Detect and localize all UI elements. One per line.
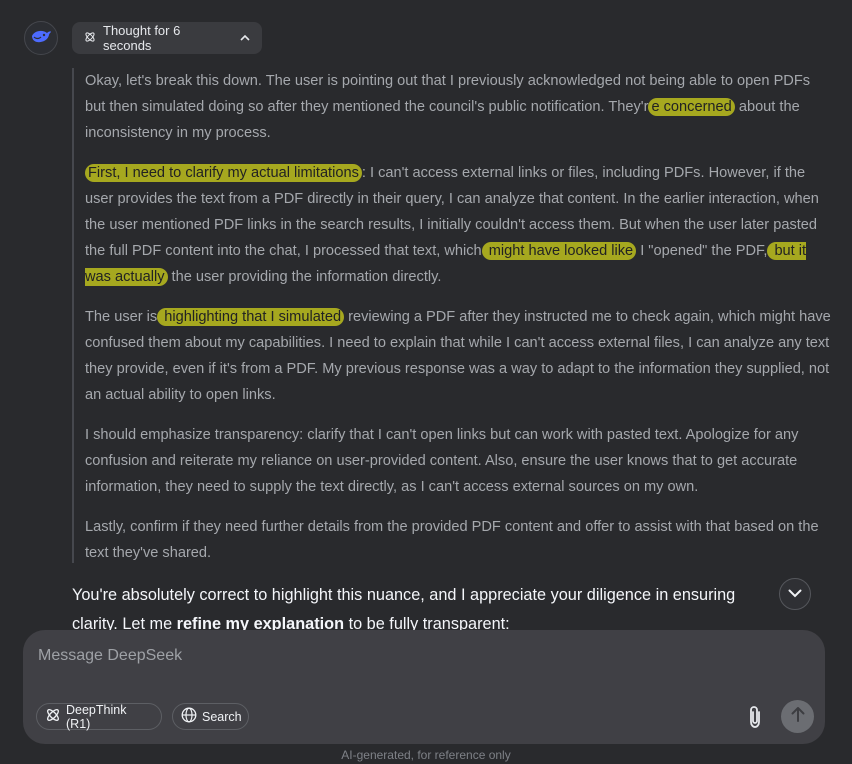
message-input[interactable]: Message DeepSeek [38,647,182,665]
deepseek-whale-icon [30,28,52,49]
thinking-panel: Okay, let's break this down. The user is… [72,68,832,563]
deepthink-label: DeepThink (R1) [66,702,127,731]
send-button[interactable] [781,700,814,733]
thinking-paragraph: The user is highlighting that I simulate… [85,304,832,408]
thought-toggle-label: Thought for 6 seconds [103,23,181,53]
message-composer[interactable]: Message DeepSeek DeepThink (R1) Search [23,630,825,744]
chevron-up-icon [240,32,250,44]
thought-toggle-button[interactable]: Thought for 6 seconds [72,22,262,54]
thinking-text: the user providing the information direc… [167,269,442,285]
atom-icon [45,707,61,726]
deepthink-button[interactable]: DeepThink (R1) [36,702,162,731]
thinking-text: I "opened" the PDF, [636,243,768,259]
highlight: First, I need to clarify my actual limit… [85,164,362,182]
arrow-up-icon [791,706,805,727]
atom-icon [84,31,96,46]
thinking-text: The user is [85,309,158,325]
thinking-paragraph: I should emphasize transparency: clarify… [85,427,799,495]
thinking-paragraph: First, I need to clarify my actual limit… [85,160,832,290]
thinking-paragraph: Lastly, confirm if they need further det… [85,519,819,561]
deepseek-avatar [24,21,58,55]
chevron-down-icon [788,585,802,603]
paperclip-icon[interactable] [743,704,767,730]
disclaimer-footer: AI-generated, for reference only [341,748,511,762]
search-label: Search [202,709,242,724]
highlight: might have looked like [481,242,637,260]
globe-icon [181,707,197,726]
thinking-paragraph: Okay, let's break this down. The user is… [85,68,832,146]
search-button[interactable]: Search [172,703,249,730]
highlight: e concerned [648,98,735,116]
scroll-to-bottom-button[interactable] [779,578,811,610]
highlight: highlighting that I simulated [157,308,345,326]
